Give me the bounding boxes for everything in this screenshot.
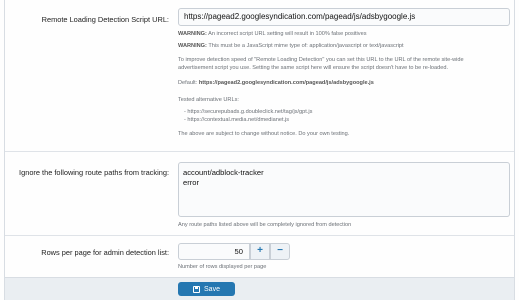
save-button-label: Save [204, 285, 220, 293]
speed-paragraph-line-2: advertisement script you use. Setting th… [178, 65, 449, 71]
alternative-url: - https://securepubads.g.doubleclick.net… [184, 109, 313, 115]
default-url: Default: https://pagead2.googlesyndicati… [178, 80, 374, 86]
script-url-input[interactable]: https://pagead2.googlesyndication.com/pa… [178, 8, 510, 26]
row-divider [5, 151, 514, 152]
route-path-line: error [183, 177, 200, 187]
ignore-paths-label: Ignore the following route paths from tr… [19, 168, 169, 177]
route-path-line: account/adblock-tracker [183, 168, 264, 177]
warning-false-positives: WARNING: An incorrect script URL setting… [178, 31, 367, 37]
alternative-url: - https://contextual.media.net/dmedianet… [184, 117, 290, 123]
form-footer [5, 277, 514, 300]
save-button[interactable]: Save [178, 282, 235, 296]
warning-mime-type: WARNING: This must be a JavaScript mime … [178, 43, 404, 49]
row-divider [5, 235, 514, 236]
ignore-paths-textarea[interactable]: account/adblock-tracker error [178, 162, 510, 217]
rows-per-page-input[interactable]: 50 [178, 243, 250, 260]
tested-alternatives-label: Tested alternative URLs: [178, 97, 239, 103]
script-url-label: Remote Loading Detection Script URL: [41, 15, 169, 24]
increment-button[interactable]: + [250, 243, 270, 260]
rows-per-page-hint: Number of rows displayed per page [178, 264, 267, 270]
floppy-disk-icon [193, 285, 201, 293]
subject-to-change-note: The above are subject to change without … [178, 131, 350, 137]
rows-per-page-label: Rows per page for admin detection list: [41, 248, 169, 257]
decrement-button[interactable]: − [270, 243, 290, 260]
ignore-paths-hint: Any route paths listed above will be com… [178, 222, 352, 228]
speed-paragraph-line-1: To improve detection speed of "Remote Lo… [178, 57, 464, 63]
